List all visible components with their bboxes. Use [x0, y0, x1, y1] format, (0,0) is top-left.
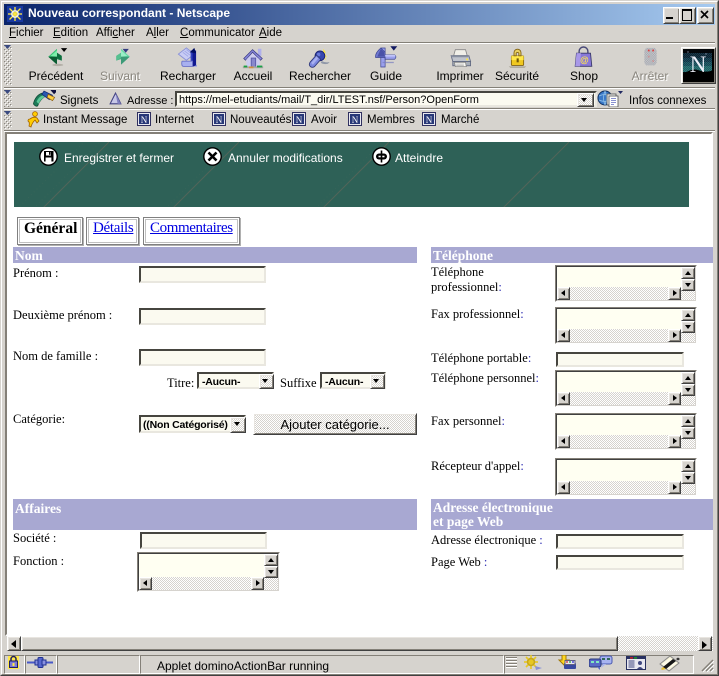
svg-text:N: N — [216, 115, 223, 125]
svg-text:N: N — [426, 115, 433, 125]
svg-text:N: N — [352, 115, 359, 125]
svg-text:N: N — [690, 52, 707, 77]
svg-text:N: N — [141, 115, 148, 125]
svg-text:@: @ — [580, 55, 589, 65]
svg-text:N: N — [296, 115, 303, 125]
